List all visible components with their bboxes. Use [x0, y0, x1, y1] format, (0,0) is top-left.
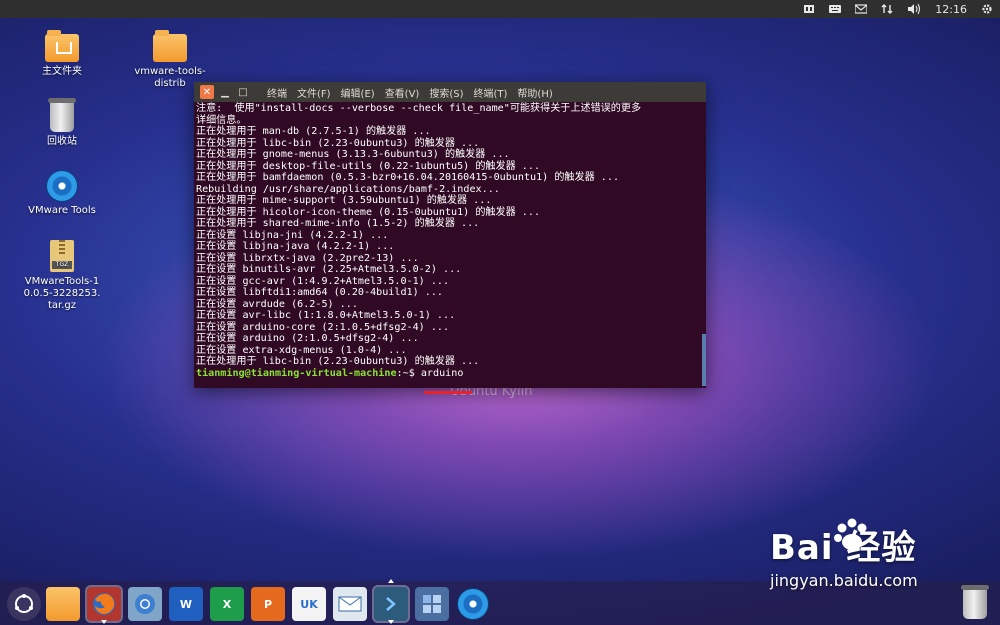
clock[interactable]: 12:16	[928, 0, 974, 18]
active-indicator	[101, 620, 107, 624]
writer-icon[interactable]: W	[169, 587, 203, 621]
trash-can-shape	[961, 585, 989, 619]
paw-icon	[834, 518, 867, 550]
workspace-switcher-icon[interactable]	[415, 587, 449, 621]
prompt-user: tianming@tianming-virtual-machine	[196, 367, 397, 379]
menu-view[interactable]: 查看(V)	[380, 85, 425, 100]
scrollbar-thumb[interactable]	[702, 334, 706, 386]
menu-help[interactable]: 帮助(H)	[512, 85, 557, 100]
trash-icon[interactable]	[958, 585, 992, 621]
dvd-icon[interactable]	[456, 587, 490, 621]
desktop-icon-vmware-tools-distrib[interactable]: vmware-tools-distrib	[130, 30, 210, 90]
desktop-icon-label: 回收站	[47, 136, 77, 147]
terminal-line: 正在处理用于 libc-bin (2.23-0ubuntu3) 的触发器 ...	[196, 137, 480, 149]
trash-icon	[48, 98, 76, 132]
terminal-line: 正在设置 libjna-java (4.2.2-1) ...	[196, 241, 395, 252]
terminal-output[interactable]: 注意: 使用"install-docs --verbose --check fi…	[194, 102, 706, 387]
terminal-titlebar[interactable]: ✕ ▁ □ 终端 文件(F) 编辑(E) 查看(V) 搜索(S) 终端(T) 帮…	[194, 82, 706, 102]
desktop-icon-vmware-tarball[interactable]: TGZ VMwareTools-10.0.5-3228253.tar.gz	[22, 238, 102, 312]
terminal-scrollbar[interactable]	[702, 104, 706, 386]
terminal-line: 正在设置 gcc-avr (1:4.9.2+Atmel3.5.0-1) ...	[196, 275, 450, 287]
firefox-icon[interactable]	[87, 587, 121, 621]
software-center-label: UK	[300, 597, 318, 611]
network-icon[interactable]	[874, 0, 900, 18]
mail-client-icon[interactable]	[333, 587, 367, 621]
spreadsheet-icon[interactable]: X	[210, 587, 244, 621]
menu-file[interactable]: 文件(F)	[292, 85, 336, 100]
terminal-window[interactable]: ✕ ▁ □ 终端 文件(F) 编辑(E) 查看(V) 搜索(S) 终端(T) 帮…	[194, 82, 706, 394]
terminal-line: 正在处理用于 bamfdaemon (0.5.3-bzr0+16.04.2016…	[196, 172, 620, 183]
desktop-icon-label: VMware Tools	[28, 205, 96, 216]
baidu-watermark: Bai 经验 jingyan.baidu.com	[770, 518, 918, 590]
prompt-separator: :~$	[396, 367, 421, 379]
terminal-line: 正在设置 libjna-jni (4.2.2-1) ...	[196, 229, 389, 241]
menu-edit[interactable]: 编辑(E)	[336, 85, 380, 100]
terminal-line: 正在处理用于 desktop-file-utils (0.22-1ubuntu5…	[196, 160, 541, 172]
terminal-line: 正在设置 binutils-avr (2.25+Atmel3.5.0-2) ..…	[196, 264, 462, 275]
desktop-icon-home[interactable]: 主文件夹	[22, 30, 102, 78]
terminal-line: 注意: 使用"install-docs --verbose --check fi…	[196, 103, 642, 114]
top-panel: 12:16	[0, 0, 1000, 18]
focus-indicator	[388, 579, 394, 583]
disc-icon	[47, 171, 77, 201]
terminal-line: 正在处理用于 libc-bin (2.23-0ubuntu3) 的触发器 ...	[196, 356, 480, 367]
dash-icon[interactable]	[7, 587, 41, 621]
gear-icon[interactable]	[974, 0, 1000, 18]
menu-terminal[interactable]: 终端(T)	[469, 85, 513, 100]
terminal-line: 正在设置 librxtx-java (2.2pre2-13) ...	[196, 252, 419, 264]
terminal-line: 正在处理用于 shared-mime-info (1.5-2) 的触发器 ...	[196, 218, 480, 229]
terminal-line: 正在处理用于 mime-support (3.59ubuntu1) 的触发器 .…	[196, 195, 492, 206]
terminal-line: 正在设置 arduino-core (2:1.0.5+dfsg2-4) ...	[196, 321, 450, 333]
presentation-icon[interactable]: P	[251, 587, 285, 621]
terminal-line: 正在设置 libftdi1:amd64 (0.20-4build1) ...	[196, 287, 443, 298]
desktop-icon-label: 主文件夹	[42, 66, 82, 77]
maximize-icon[interactable]: □	[236, 85, 250, 99]
volume-icon[interactable]	[900, 0, 928, 18]
terminal-line: 详细信息。	[196, 114, 247, 126]
disc-icon	[458, 589, 488, 619]
terminal-prompt-line[interactable]: tianming@tianming-virtual-machine:~$ ard…	[196, 368, 700, 380]
software-center-icon[interactable]: UK	[292, 587, 326, 621]
archive-badge: TGZ	[52, 261, 72, 269]
terminal-line: 正在处理用于 hicolor-icon-theme (0.15-0ubuntu1…	[196, 206, 541, 218]
home-folder-icon	[45, 30, 79, 62]
mail-icon[interactable]	[848, 0, 874, 18]
typed-command: arduino	[420, 367, 464, 379]
terminal-line: 正在设置 avrdude (6.2-5) ...	[196, 298, 358, 310]
terminal-line: 正在设置 arduino (2:1.0.5+dfsg2-4) ...	[196, 333, 419, 344]
terminal-line: 正在设置 avr-libc (1:1.8.0+Atmel3.5.0-1) ...	[196, 310, 456, 321]
command-highlight-underline	[424, 391, 472, 394]
terminal-line: Rebuilding /usr/share/applications/bamf-…	[196, 183, 500, 195]
terminal-line: 正在设置 extra-xdg-menus (1.0-4) ...	[196, 344, 407, 356]
terminal-line: 正在处理用于 man-db (2.7.5-1) 的触发器 ...	[196, 126, 431, 137]
chromium-icon[interactable]	[128, 587, 162, 621]
menu-search[interactable]: 搜索(S)	[424, 85, 468, 100]
desktop-icon-vmware-tools[interactable]: VMware Tools	[22, 168, 102, 217]
active-indicator	[388, 620, 394, 624]
desktop-icon-trash[interactable]: 回收站	[22, 98, 102, 148]
minimize-icon[interactable]: ▁	[218, 85, 232, 99]
folder-icon	[153, 30, 187, 62]
keyboard-icon[interactable]	[822, 0, 848, 18]
input-method-icon[interactable]	[796, 0, 822, 18]
desktop-icon-label: VMwareTools-10.0.5-3228253.tar.gz	[23, 276, 101, 311]
terminal-line: 正在处理用于 gnome-menus (3.13.3-6ubuntu3) 的触发…	[196, 149, 510, 160]
terminal-icon[interactable]	[374, 587, 408, 621]
files-icon[interactable]	[46, 587, 80, 621]
terminal-menubar: 终端 文件(F) 编辑(E) 查看(V) 搜索(S) 终端(T) 帮助(H)	[262, 85, 558, 100]
baidu-url: jingyan.baidu.com	[770, 571, 918, 590]
archive-icon: TGZ	[50, 240, 74, 272]
close-icon[interactable]: ✕	[200, 85, 214, 99]
terminal-title: 终端	[267, 88, 287, 100]
